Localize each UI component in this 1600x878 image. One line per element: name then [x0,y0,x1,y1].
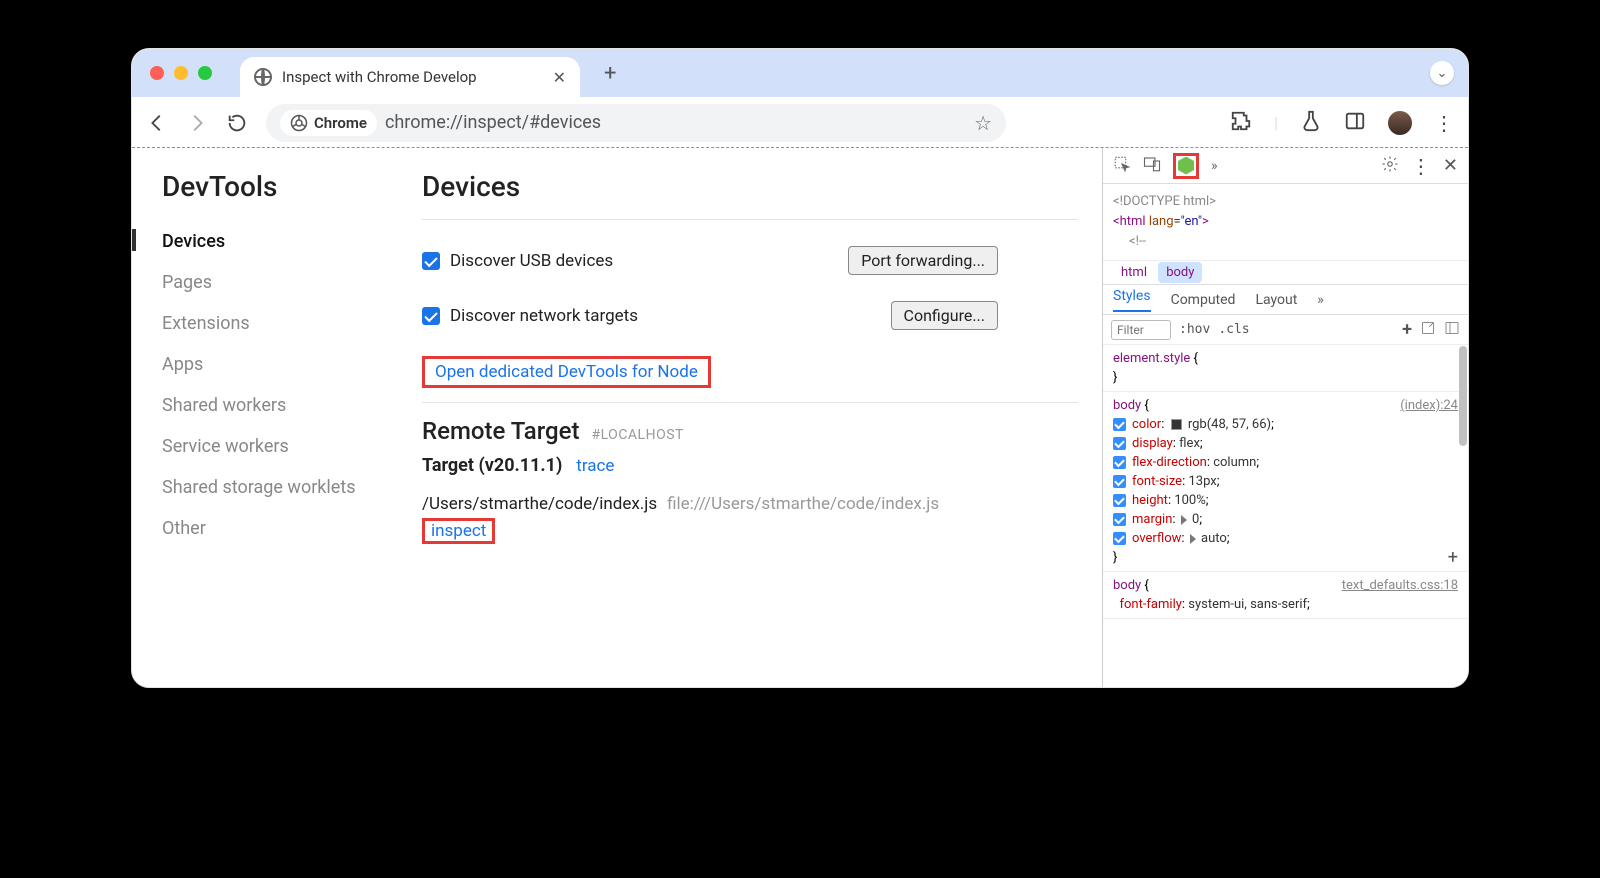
sidebar-item-shared-workers[interactable]: Shared workers [162,385,422,426]
inspect-element-icon[interactable] [1113,155,1131,177]
tab-styles[interactable]: Styles [1113,288,1151,312]
address-bar[interactable]: Chrome chrome://inspect/#devices ☆ [266,104,1006,142]
menu-icon[interactable]: ⋮ [1434,111,1454,135]
hov-toggle[interactable]: :hov [1179,322,1210,337]
device-toggle-icon[interactable] [1143,155,1161,177]
page-title: Devices [422,170,1078,203]
styles-filter-input[interactable] [1111,320,1171,340]
css-property-flex-direction[interactable]: flex-direction: column; [1113,453,1458,472]
open-node-devtools-link[interactable]: Open dedicated DevTools for Node [422,356,711,388]
browser-window: Inspect with Chrome Develop ✕ + ⌄ Chrome… [131,48,1469,688]
toolbar: Chrome chrome://inspect/#devices ☆ | ⋮ [132,97,1468,147]
sidebar: DevTools Devices Pages Extensions Apps S… [162,170,422,687]
css-property-display[interactable]: display: flex; [1113,434,1458,453]
node-devtools-icon[interactable] [1173,153,1199,179]
extensions-icon[interactable] [1230,110,1252,136]
browser-tab[interactable]: Inspect with Chrome Develop ✕ [240,57,580,97]
inspect-link[interactable]: inspect [422,518,495,544]
settings-gear-icon[interactable] [1381,155,1399,177]
sidebar-item-storage-worklets[interactable]: Shared storage worklets [162,467,422,508]
rule-text-defaults[interactable]: text_defaults.css:18 body { font-family:… [1103,572,1468,619]
crumb-html[interactable]: html [1113,262,1155,283]
css-property-overflow[interactable]: overflow: auto; [1113,529,1458,548]
close-window-icon[interactable] [150,66,164,80]
target-url: file:///Users/stmarthe/code/index.js [667,494,939,514]
discover-network-checkbox[interactable] [422,307,440,325]
flex-overlay-icon[interactable] [1420,320,1436,340]
toolbar-right: | ⋮ [1230,110,1454,136]
styles-tabs: Styles Computed Layout » [1103,285,1468,315]
bookmark-star-icon[interactable]: ☆ [974,111,992,135]
css-property-height[interactable]: height: 100%; [1113,491,1458,510]
chrome-chip: Chrome [280,110,377,136]
target-label: Target (v20.11.1) [422,455,562,476]
tab-title: Inspect with Chrome Develop [282,68,543,86]
cls-toggle[interactable]: .cls [1218,322,1249,337]
discover-usb-checkbox[interactable] [422,252,440,270]
inspect-page: DevTools Devices Pages Extensions Apps S… [132,148,1102,687]
sidebar-title: DevTools [162,170,422,203]
new-rule-icon[interactable]: + [1402,319,1412,340]
styles-filter-bar: :hov .cls + [1103,315,1468,345]
remote-target-host: #LOCALHOST [591,427,683,443]
remote-target-title: Remote Target [422,417,579,445]
content: DevTools Devices Pages Extensions Apps S… [132,147,1468,687]
hexagon-icon [1178,157,1194,175]
panel-icon[interactable] [1344,110,1366,136]
sidebar-item-devices[interactable]: Devices [162,221,422,262]
css-property-color[interactable]: color: rgb(48, 57, 66); [1113,415,1458,434]
devtools-panel: » ⋮ ✕ <!DOCTYPE html> <html lang="en"> <… [1102,148,1468,687]
minimize-window-icon[interactable] [174,66,188,80]
chrome-chip-label: Chrome [314,114,367,132]
labs-icon[interactable] [1300,110,1322,136]
sidebar-item-apps[interactable]: Apps [162,344,422,385]
rule-body[interactable]: (index):24 body { color: rgb(48, 57, 66)… [1103,392,1468,572]
globe-icon [254,68,272,86]
dom-breadcrumbs: html body [1103,260,1468,285]
more-tabs-icon[interactable]: » [1211,158,1218,174]
sidebar-item-service-workers[interactable]: Service workers [162,426,422,467]
reload-button[interactable] [226,112,248,134]
trace-link[interactable]: trace [576,456,614,476]
crumb-body[interactable]: body [1158,262,1202,283]
sidebar-item-extensions[interactable]: Extensions [162,303,422,344]
titlebar: Inspect with Chrome Develop ✕ + ⌄ [132,49,1468,97]
back-button[interactable] [146,112,168,134]
devtools-scrollbar[interactable] [1459,346,1467,446]
tabs-dropdown-button[interactable]: ⌄ [1430,61,1454,85]
sidebar-item-other[interactable]: Other [162,508,422,549]
profile-avatar[interactable] [1388,111,1412,135]
add-property-icon[interactable]: + [1448,548,1458,567]
close-devtools-icon[interactable]: ✕ [1443,155,1458,176]
traffic-lights [150,66,212,80]
target-path: /Users/stmarthe/code/index.js [422,494,657,514]
configure-button[interactable]: Configure... [891,301,998,330]
url-text: chrome://inspect/#devices [385,112,992,133]
main: Devices Discover USB devices Port forwar… [422,170,1102,687]
sidebar-item-pages[interactable]: Pages [162,262,422,303]
rule-source-2[interactable]: text_defaults.css:18 [1342,576,1458,595]
rule-source[interactable]: (index):24 [1400,396,1458,415]
devtools-menu-icon[interactable]: ⋮ [1411,154,1431,178]
forward-button[interactable] [186,112,208,134]
discover-network-label: Discover network targets [450,306,638,326]
dom-tree[interactable]: <!DOCTYPE html> <html lang="en"> <!-- [1103,184,1468,260]
sidebar-toggle-icon[interactable] [1444,320,1460,340]
devtools-toolbar: » ⋮ ✕ [1103,148,1468,184]
port-forwarding-button[interactable]: Port forwarding... [848,246,998,275]
new-tab-button[interactable]: + [604,61,616,86]
tab-computed[interactable]: Computed [1171,292,1236,308]
tab-layout[interactable]: Layout [1255,292,1297,308]
discover-usb-label: Discover USB devices [450,251,613,271]
rule-element-style[interactable]: element.style {} [1103,345,1468,392]
css-property-font-size[interactable]: font-size: 13px; [1113,472,1458,491]
maximize-window-icon[interactable] [198,66,212,80]
close-tab-icon[interactable]: ✕ [553,68,566,87]
more-styles-tabs-icon[interactable]: » [1317,292,1324,308]
css-property-margin[interactable]: margin: 0; [1113,510,1458,529]
